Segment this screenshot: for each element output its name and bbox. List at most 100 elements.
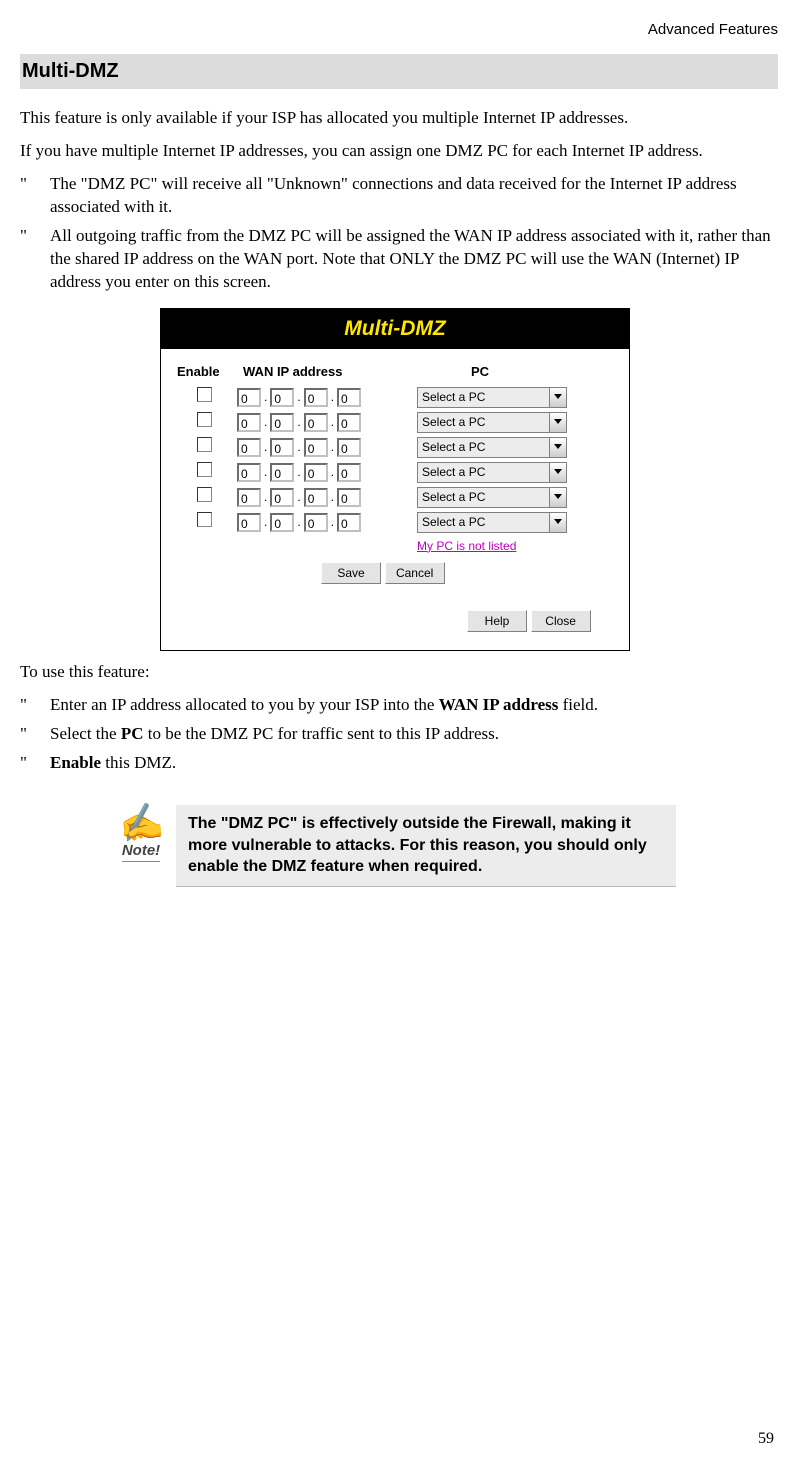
ip-octet-input[interactable]: 0 (337, 488, 361, 507)
chevron-down-icon (549, 438, 566, 457)
ip-separator: . (331, 464, 334, 480)
pc-select[interactable]: Select a PC (417, 512, 567, 533)
ip-octet-input[interactable]: 0 (304, 488, 328, 507)
ip-separator: . (264, 464, 267, 480)
ip-octet-input[interactable]: 0 (337, 438, 361, 457)
ip-octet-input[interactable]: 0 (270, 438, 294, 457)
bullet-marker: " (20, 694, 50, 717)
my-pc-not-listed-link[interactable]: My PC is not listed (417, 539, 516, 553)
table-row: 0.0.0.0Select a PC (171, 512, 619, 533)
ip-octet-input[interactable]: 0 (270, 463, 294, 482)
note-icon: ✍ (116, 802, 165, 844)
ip-octet-input[interactable]: 0 (304, 463, 328, 482)
close-button[interactable]: Close (531, 610, 591, 632)
chevron-down-icon (549, 513, 566, 532)
pc-select[interactable]: Select a PC (417, 387, 567, 408)
col-enable: Enable (171, 363, 243, 381)
table-row: 0.0.0.0Select a PC (171, 387, 619, 408)
ip-octet-input[interactable]: 0 (337, 463, 361, 482)
ip-separator: . (331, 414, 334, 430)
pc-select-value: Select a PC (422, 464, 485, 480)
header-section-label: Advanced Features (20, 20, 778, 40)
pc-select[interactable]: Select a PC (417, 462, 567, 483)
cancel-button[interactable]: Cancel (385, 562, 445, 584)
ip-separator: . (264, 489, 267, 505)
pc-select-value: Select a PC (422, 389, 485, 405)
pc-select-value: Select a PC (422, 514, 485, 530)
bullet-marker: " (20, 173, 50, 219)
table-row: 0.0.0.0Select a PC (171, 437, 619, 458)
ip-octet-input[interactable]: 0 (337, 388, 361, 407)
enable-checkbox[interactable] (197, 387, 212, 402)
pc-select[interactable]: Select a PC (417, 487, 567, 508)
table-row: 0.0.0.0Select a PC (171, 462, 619, 483)
multi-dmz-dialog: Multi-DMZ Enable WAN IP address PC 0.0.0… (160, 308, 630, 651)
ip-octet-input[interactable]: 0 (270, 413, 294, 432)
ip-octet-input[interactable]: 0 (304, 388, 328, 407)
feature-list-2: " Enter an IP address allocated to you b… (20, 694, 778, 775)
ip-octet-input[interactable]: 0 (270, 513, 294, 532)
ip-separator: . (331, 439, 334, 455)
pc-select-value: Select a PC (422, 414, 485, 430)
ip-separator: . (297, 439, 300, 455)
ip-separator: . (331, 489, 334, 505)
ip-octet-input[interactable]: 0 (237, 513, 261, 532)
ip-octet-input[interactable]: 0 (237, 388, 261, 407)
list-item: Select the PC to be the DMZ PC for traff… (50, 723, 778, 746)
table-header: Enable WAN IP address PC (171, 363, 619, 381)
usage-intro: To use this feature: (20, 661, 778, 684)
enable-checkbox[interactable] (197, 412, 212, 427)
ip-octet-input[interactable]: 0 (304, 438, 328, 457)
ip-separator: . (264, 514, 267, 530)
pc-select-value: Select a PC (422, 439, 485, 455)
ip-octet-input[interactable]: 0 (337, 513, 361, 532)
list-item: Enable this DMZ. (50, 752, 778, 775)
note-callout: ✍ Note! The "DMZ PC" is effectively outs… (106, 805, 676, 887)
ip-separator: . (297, 489, 300, 505)
ip-separator: . (297, 514, 300, 530)
feature-list-1: " The "DMZ PC" will receive all "Unknown… (20, 173, 778, 294)
intro-paragraph-1: This feature is only available if your I… (20, 107, 778, 130)
ip-octet-input[interactable]: 0 (304, 513, 328, 532)
ip-octet-input[interactable]: 0 (237, 438, 261, 457)
page-title: Multi-DMZ (20, 54, 778, 89)
ip-octet-input[interactable]: 0 (237, 488, 261, 507)
ip-separator: . (297, 414, 300, 430)
page-number: 59 (758, 1428, 774, 1450)
ip-separator: . (331, 389, 334, 405)
ip-octet-input[interactable]: 0 (237, 413, 261, 432)
ip-separator: . (264, 439, 267, 455)
intro-paragraph-2: If you have multiple Internet IP address… (20, 140, 778, 163)
save-button[interactable]: Save (321, 562, 381, 584)
ip-separator: . (264, 414, 267, 430)
ip-separator: . (297, 464, 300, 480)
ip-octet-input[interactable]: 0 (270, 488, 294, 507)
ip-separator: . (264, 389, 267, 405)
ip-octet-input[interactable]: 0 (270, 388, 294, 407)
ip-octet-input[interactable]: 0 (304, 413, 328, 432)
bullet-marker: " (20, 225, 50, 294)
dialog-title: Multi-DMZ (161, 309, 629, 349)
enable-checkbox[interactable] (197, 512, 212, 527)
ip-octet-input[interactable]: 0 (337, 413, 361, 432)
ip-separator: . (297, 389, 300, 405)
enable-checkbox[interactable] (197, 437, 212, 452)
help-button[interactable]: Help (467, 610, 527, 632)
ip-octet-input[interactable]: 0 (237, 463, 261, 482)
enable-checkbox[interactable] (197, 487, 212, 502)
chevron-down-icon (549, 463, 566, 482)
table-row: 0.0.0.0Select a PC (171, 412, 619, 433)
list-item: The "DMZ PC" will receive all "Unknown" … (50, 173, 778, 219)
col-pc: PC (423, 363, 619, 381)
bullet-marker: " (20, 723, 50, 746)
chevron-down-icon (549, 488, 566, 507)
pc-select-value: Select a PC (422, 489, 485, 505)
ip-separator: . (331, 514, 334, 530)
list-item: Enter an IP address allocated to you by … (50, 694, 778, 717)
chevron-down-icon (549, 413, 566, 432)
pc-select[interactable]: Select a PC (417, 412, 567, 433)
enable-checkbox[interactable] (197, 462, 212, 477)
note-text: The "DMZ PC" is effectively outside the … (176, 805, 676, 887)
list-item: All outgoing traffic from the DMZ PC wil… (50, 225, 778, 294)
pc-select[interactable]: Select a PC (417, 437, 567, 458)
